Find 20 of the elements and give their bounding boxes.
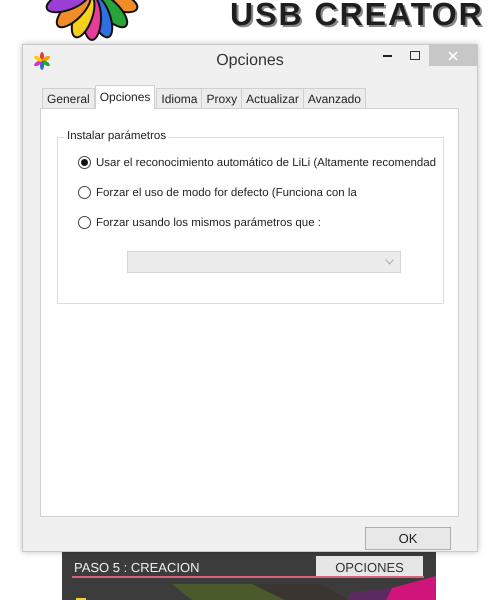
step-label: PASO 5 : CREACION: [74, 560, 200, 575]
group-title: Instalar parámetros: [64, 130, 170, 142]
tab[interactable]: Opciones: [94, 85, 156, 109]
tab[interactable]: Actualizar: [241, 88, 304, 108]
tab[interactable]: Idioma: [156, 88, 202, 108]
logo-text: USB CREATOR: [230, 0, 484, 32]
tab[interactable]: General: [42, 88, 95, 108]
options-button[interactable]: OPCIONES: [316, 556, 423, 578]
window-title: Opciones: [216, 52, 284, 70]
tab[interactable]: Proxy: [201, 88, 242, 108]
minimize-icon: [382, 54, 392, 56]
chevron-down-icon: [385, 259, 394, 265]
radio-option[interactable]: Usar el reconocimiento automático de LiLi (Altamente recomendad: [78, 156, 443, 169]
close-icon: [448, 50, 458, 60]
app-icon: [33, 52, 51, 70]
radio-option[interactable]: Forzar usando los mismos parámetros que :: [78, 216, 443, 229]
maximize-icon: [410, 51, 420, 60]
ok-button[interactable]: OK: [365, 527, 451, 550]
tab[interactable]: Avanzado: [302, 88, 366, 108]
radio-option[interactable]: Forzar el uso de modo for defecto (Funciona con la: [78, 186, 443, 199]
